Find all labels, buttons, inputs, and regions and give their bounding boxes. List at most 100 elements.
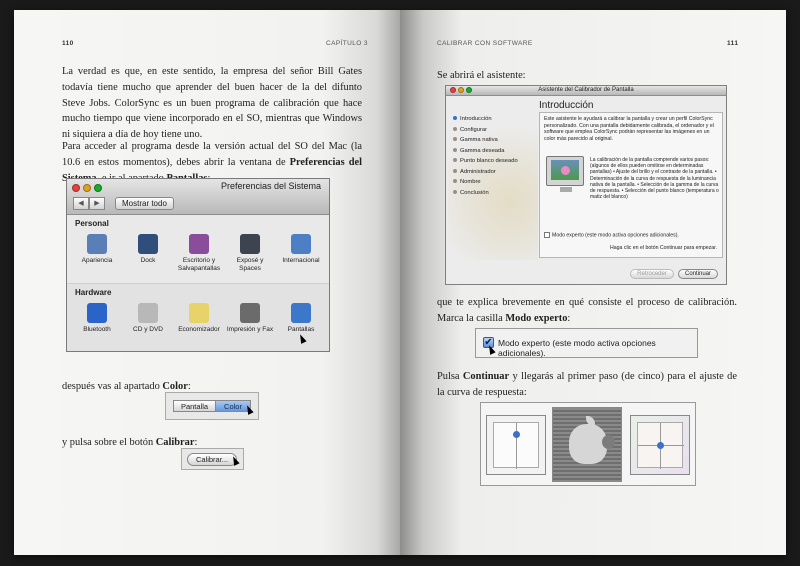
personal-pane-label: Internacional: [282, 257, 320, 264]
personal-pane-icon: [189, 234, 209, 254]
step-bullet-icon: [453, 126, 457, 131]
assistant-step-label: Introducción: [460, 116, 492, 122]
personal-pane[interactable]: Exposé y Spaces: [225, 234, 275, 273]
hardware-pane[interactable]: Economizador: [174, 303, 224, 334]
assistant-steps-sidebar: Introducción Configurar Gamma nativa Gamma …: [448, 112, 538, 260]
expert-mode-callout-label: Modo experto (este modo activa opciones …: [498, 338, 656, 358]
close-window-icon[interactable]: [72, 184, 80, 192]
prefs-window-title: Preferencias del Sistema: [220, 181, 321, 191]
personal-pane-label: Escritorio y Salvapantallas: [177, 257, 221, 272]
slider-knob-icon[interactable]: [657, 442, 664, 449]
hardware-pane[interactable]: Pantallas: [276, 303, 326, 334]
hardware-pane-label: Bluetooth: [83, 326, 111, 333]
step-bullet-icon: [453, 168, 457, 173]
color-target-panel: [630, 415, 690, 475]
personal-pane[interactable]: Dock: [123, 234, 173, 265]
personal-section: Personal Apariencia Dock Escritorio y Salv…: [67, 215, 329, 284]
assistant-step-item: Conclusión: [453, 190, 489, 196]
step-bullet-icon: [453, 189, 457, 194]
hardware-pane[interactable]: Impresión y Fax: [225, 303, 275, 334]
expert-mode-label: Modo experto (este modo activa opciones …: [552, 232, 679, 239]
window-controls: [72, 184, 102, 192]
expert-mode-callout: ✔ Modo experto (este modo activa opcione…: [475, 328, 698, 358]
right-paragraph-1: Se abrirá el asistente:: [437, 70, 526, 81]
hardware-pane-icon: [189, 303, 209, 323]
personal-pane-icon: [138, 234, 158, 254]
assistant-step-item: Introducción: [453, 116, 492, 122]
show-all-button[interactable]: Mostrar todo: [115, 197, 174, 210]
assistant-heading: Introducción: [539, 100, 594, 111]
hardware-pane-label: CD y DVD: [133, 326, 163, 333]
assistant-step-label: Configurar: [460, 126, 488, 133]
assistant-steps-description: La calibración de la pantalla comprende …: [590, 157, 719, 201]
hardware-pane-label: Impresión y Fax: [226, 326, 274, 333]
display-tabs-inset: Pantalla Color: [165, 392, 259, 420]
assistant-step-item: Administrador: [453, 169, 496, 175]
hardware-pane[interactable]: CD y DVD: [123, 303, 173, 334]
assistant-step-label: Punto blanco deseado: [460, 158, 518, 164]
assistant-step-label: Gamma deseada: [460, 147, 505, 154]
left-page-number: 110: [62, 40, 74, 47]
assistant-step-label: Gamma nativa: [460, 137, 498, 143]
left-paragraph-1: La verdad es que, en este sentido, la em…: [62, 66, 362, 141]
assistant-content: Este asistente le ayudará a calibrar la …: [539, 112, 723, 258]
assistant-title-bar: Asistente del Calibrador de Pantalla: [446, 86, 726, 96]
step-bullet-icon: [453, 158, 457, 163]
monitor-icon: [546, 156, 584, 192]
personal-pane[interactable]: Apariencia: [72, 234, 122, 265]
assistant-step-label: Conclusión: [460, 189, 489, 196]
calibrate-button[interactable]: Calibrar...: [187, 453, 237, 466]
personal-pane-label: Exposé y Spaces: [236, 257, 264, 272]
expert-mode-option[interactable]: Modo experto (este modo activa opciones …: [544, 232, 679, 238]
personal-section-title: Personal: [75, 219, 109, 228]
step-bullet-icon: [453, 179, 457, 184]
step-bullet-icon: [453, 116, 457, 121]
assistant-step-item: Configurar: [453, 127, 487, 133]
assistant-step-label: Administrador: [460, 168, 496, 175]
hardware-pane-icon: [240, 303, 260, 323]
hardware-pane-icon: [87, 303, 107, 323]
hardware-pane-label: Economizador: [178, 326, 220, 333]
continue-button[interactable]: Continuar: [678, 269, 718, 279]
system-preferences-window: Preferencias del Sistema ◀ ▶ Mostrar tod…: [66, 178, 330, 352]
assistant-step-item: Gamma deseada: [453, 148, 504, 154]
prefs-toolbar: Preferencias del Sistema ◀ ▶ Mostrar tod…: [67, 179, 329, 215]
assistant-step-item: Gamma nativa: [453, 137, 498, 143]
personal-pane-icon: [291, 234, 311, 254]
personal-pane[interactable]: Escritorio y Salvapantallas: [174, 234, 224, 273]
hardware-section-title: Hardware: [75, 288, 112, 297]
personal-pane-icon: [87, 234, 107, 254]
response-curve-images: [480, 402, 696, 486]
tab-pantalla[interactable]: Pantalla: [173, 400, 216, 412]
personal-pane-icon: [240, 234, 260, 254]
zoom-window-icon[interactable]: [94, 184, 102, 192]
slider-knob-icon[interactable]: [513, 431, 520, 438]
assistant-intro-text: Este asistente le ayudará a calibrar la …: [544, 116, 714, 142]
personal-pane-label: Apariencia: [81, 257, 113, 264]
right-running-head: CALIBRAR CON SOFTWARE: [437, 40, 533, 47]
assistant-hint: Haga clic en el botón Continuar para emp…: [610, 245, 717, 251]
mouse-pointer-icon: [244, 404, 254, 415]
lotus-flower-icon: [561, 166, 570, 175]
back-arrow-icon[interactable]: ◀: [73, 197, 89, 210]
step-bullet-icon: [453, 147, 457, 152]
left-running-head: CAPÍTULO 3: [326, 40, 368, 47]
forward-arrow-icon[interactable]: ▶: [89, 197, 105, 210]
step-bullet-icon: [453, 137, 457, 142]
personal-pane-label: Dock: [140, 257, 156, 264]
assistant-step-item: Punto blanco deseado: [453, 158, 518, 164]
mouse-pointer-icon: [486, 344, 496, 355]
right-paragraph-3: Pulsa Continuar y llegarás al primer pas…: [437, 371, 737, 398]
calibrate-button-inset: Calibrar...: [181, 448, 244, 470]
right-paragraph-2: que te explica brevemente en qué consist…: [437, 297, 737, 324]
personal-pane[interactable]: Internacional: [276, 234, 326, 265]
hardware-pane-icon: [138, 303, 158, 323]
back-forward-control: ◀ ▶: [73, 197, 105, 210]
expert-mode-checkbox[interactable]: [544, 232, 550, 238]
assistant-step-label: Nombre: [460, 179, 481, 185]
back-button[interactable]: Retroceder: [630, 269, 674, 279]
brightness-target-panel: [486, 415, 546, 475]
minimize-window-icon[interactable]: [83, 184, 91, 192]
hardware-pane-icon: [291, 303, 311, 323]
hardware-pane[interactable]: Bluetooth: [72, 303, 122, 334]
